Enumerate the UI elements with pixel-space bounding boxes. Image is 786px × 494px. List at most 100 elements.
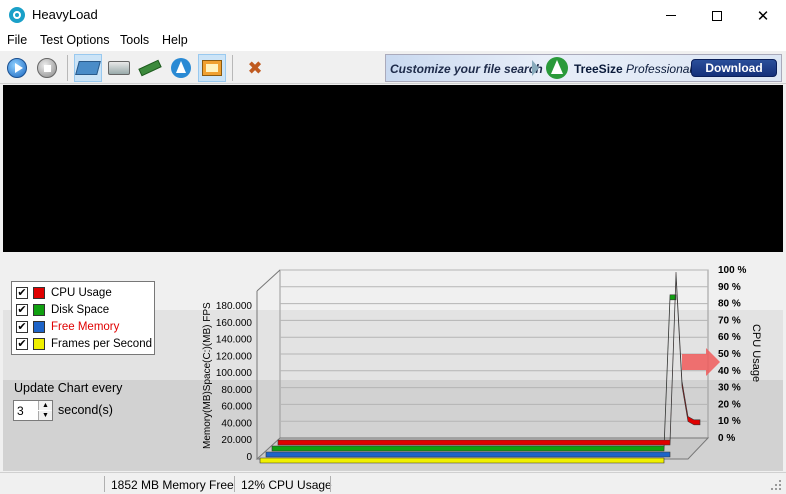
left-tick-label: 120.000 <box>216 351 253 362</box>
treesize-icon <box>171 58 191 78</box>
update-interval-value[interactable]: 3 <box>17 404 24 418</box>
menu-help[interactable]: Help <box>162 33 188 47</box>
menu-bar: File Test Options Tools Help <box>0 31 786 51</box>
right-tick-label: 10 % <box>718 416 741 427</box>
left-tick-label: 0 <box>246 452 252 463</box>
right-tick-label: 30 % <box>718 383 741 394</box>
legend-item-disk: ✔ Disk Space <box>16 303 109 317</box>
heavyload-app-icon <box>9 7 25 23</box>
checkbox-frames-per-second[interactable]: ✔ <box>16 338 28 350</box>
play-icon <box>7 58 27 78</box>
legend-item-memory: ✔ Free Memory <box>16 320 119 334</box>
chart-grid <box>255 269 710 460</box>
series-ribbon <box>277 271 701 446</box>
right-tick-label: 100 % <box>718 265 746 276</box>
start-test-button[interactable] <box>3 54 31 82</box>
legend-swatch <box>33 321 45 333</box>
ad-brand: TreeSize Professional <box>574 62 692 76</box>
menu-tools[interactable]: Tools <box>120 33 149 47</box>
series-ribbon <box>271 294 677 452</box>
update-interval-stepper[interactable]: 3 ▲ ▼ <box>13 400 53 421</box>
heavyload-window: HeavyLoad ✕ File Test Options Tools Help… <box>0 0 786 494</box>
status-bar: 1852 MB Memory Free 12% CPU Usage <box>0 472 786 494</box>
maximize-button[interactable] <box>694 0 740 31</box>
series-ribbon <box>259 457 665 464</box>
left-tick-label: 140.000 <box>216 335 253 346</box>
tools-icon: ✖ <box>247 58 263 78</box>
checkbox-cpu-usage[interactable]: ✔ <box>16 287 28 299</box>
right-tick-label: 90 % <box>718 282 741 293</box>
update-interval-label: Update Chart every <box>14 381 123 395</box>
left-tick-label: 80.000 <box>221 385 252 396</box>
ad-brand-edition: Professional <box>626 62 693 76</box>
left-tick-label: 160.000 <box>216 318 253 329</box>
right-tick-label: 20 % <box>718 399 741 410</box>
close-button[interactable]: ✕ <box>740 0 786 31</box>
right-tick-label: 0 % <box>718 433 735 444</box>
memory-test-toggle[interactable] <box>136 54 164 82</box>
download-button[interactable]: Download <box>691 59 777 77</box>
right-tick-label: 60 % <box>718 332 741 343</box>
menu-test-options[interactable]: Test Options <box>40 33 109 47</box>
gpu-test-toggle[interactable] <box>198 54 226 82</box>
checkbox-disk-space[interactable]: ✔ <box>16 304 28 316</box>
status-cpu-usage: 12% CPU Usage <box>241 478 332 492</box>
left-tick-label: 60.000 <box>221 402 252 413</box>
stop-test-button[interactable] <box>33 54 61 82</box>
status-separator <box>234 476 235 492</box>
gpu-icon <box>202 60 222 76</box>
chart-series <box>259 271 701 464</box>
cpu-test-toggle[interactable] <box>74 54 102 82</box>
status-memory-free: 1852 MB Memory Free <box>111 478 234 492</box>
treesize-ad-banner[interactable]: Customize your file search TreeSize Prof… <box>385 54 782 82</box>
options-button[interactable]: ✖ <box>241 54 269 82</box>
series-ribbon <box>265 451 671 458</box>
graphics-render-area <box>3 85 783 252</box>
chart-left-edge <box>256 269 281 292</box>
toolbar-separator <box>232 55 233 81</box>
status-separator <box>330 476 331 492</box>
legend-item-cpu: ✔ CPU Usage <box>16 286 112 300</box>
right-tick-label: 70 % <box>718 315 741 326</box>
left-tick-label: 40.000 <box>221 418 252 429</box>
minimize-icon <box>666 15 676 16</box>
legend-label: Disk Space <box>51 304 110 316</box>
minimize-button[interactable] <box>648 0 694 31</box>
cpu-icon <box>75 61 101 75</box>
title-bar: HeavyLoad ✕ <box>0 0 786 31</box>
stop-icon <box>37 58 57 78</box>
load-chart: 0 20.000 40.000 60.000 80.000 100.000 120.000 1… <box>202 265 762 464</box>
update-interval-unit: second(s) <box>58 403 113 417</box>
right-tick-label: 40 % <box>718 366 741 377</box>
chart-legend: ✔ CPU Usage ✔ Disk Space ✔ Free Memory ✔… <box>11 281 155 355</box>
disk-test-toggle[interactable] <box>105 54 133 82</box>
left-axis-label: Memory(MB)Space(C:)(MB) FPS <box>202 302 213 449</box>
chevron-right-icon <box>532 60 539 76</box>
stepper-down-icon[interactable]: ▼ <box>38 411 52 420</box>
right-axis-ticks: 0 % 10 % 20 % 30 % 40 % 50 % 60 % 70 % 80 % 90 % 1… <box>718 265 746 444</box>
left-tick-label: 20.000 <box>221 435 252 446</box>
status-separator <box>104 476 105 492</box>
treesize-test-toggle[interactable] <box>167 54 195 82</box>
ad-brand-name: TreeSize <box>574 62 623 76</box>
window-title: HeavyLoad <box>32 7 98 22</box>
close-icon: ✕ <box>756 7 770 25</box>
stepper-up-icon[interactable]: ▲ <box>38 401 52 410</box>
maximize-icon <box>712 10 722 21</box>
legend-label: Frames per Second <box>51 338 152 350</box>
menu-file[interactable]: File <box>7 33 27 47</box>
legend-item-fps: ✔ Frames per Second <box>16 337 152 351</box>
legend-swatch <box>33 304 45 316</box>
left-axis-ticks: 0 20.000 40.000 60.000 80.000 100.000 120.000 1… <box>216 301 253 463</box>
checkbox-free-memory[interactable]: ✔ <box>16 321 28 333</box>
treesize-logo-icon <box>546 57 568 79</box>
right-axis-label: CPU Usage <box>750 324 762 382</box>
left-tick-label: 100.000 <box>216 368 253 379</box>
legend-swatch <box>33 338 45 350</box>
legend-label: CPU Usage <box>51 287 112 299</box>
legend-swatch <box>33 287 45 299</box>
resize-grip-icon[interactable] <box>770 479 782 491</box>
current-cpu-arrow-icon <box>682 348 720 376</box>
memory-icon <box>138 59 162 77</box>
left-tick-label: 180.000 <box>216 301 253 312</box>
